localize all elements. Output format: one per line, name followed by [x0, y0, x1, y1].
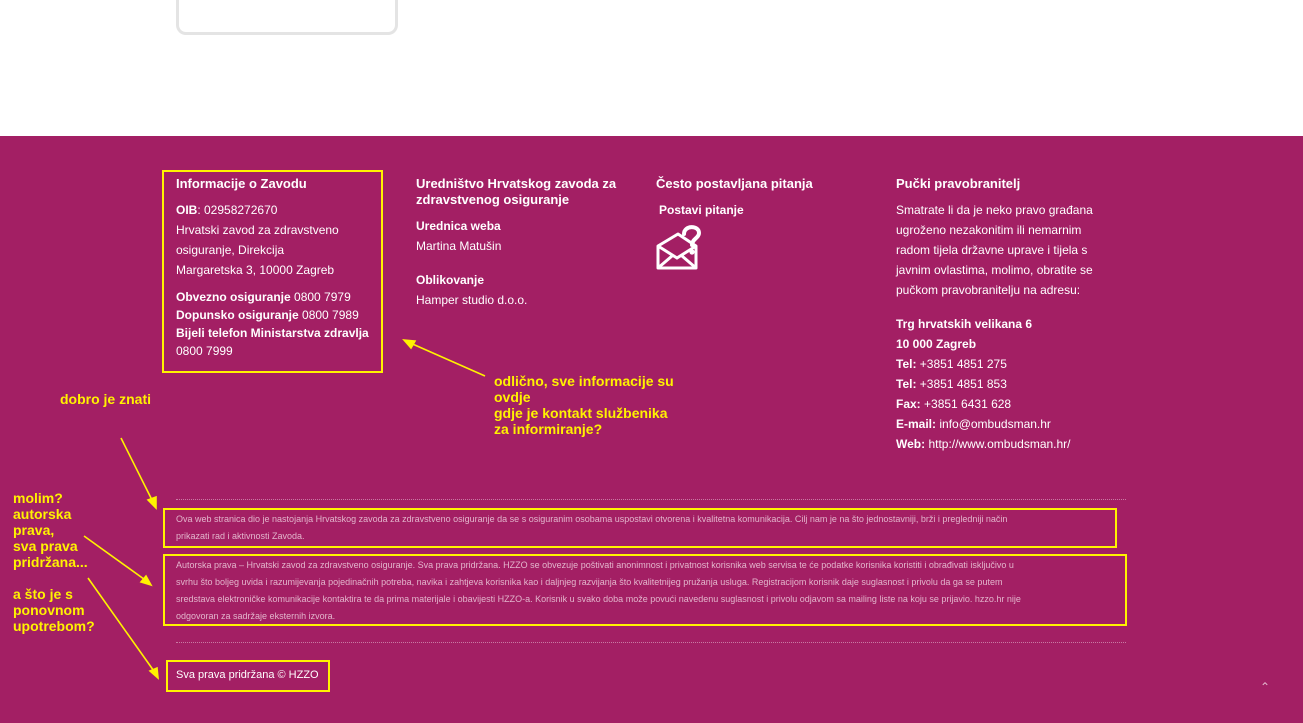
- annotation-arrows: [83, 339, 486, 680]
- content-card: [176, 0, 398, 35]
- site-footer: Informacije o Zavodu OIB: 02958272670 Hr…: [0, 136, 1303, 723]
- page-top: [0, 0, 1303, 136]
